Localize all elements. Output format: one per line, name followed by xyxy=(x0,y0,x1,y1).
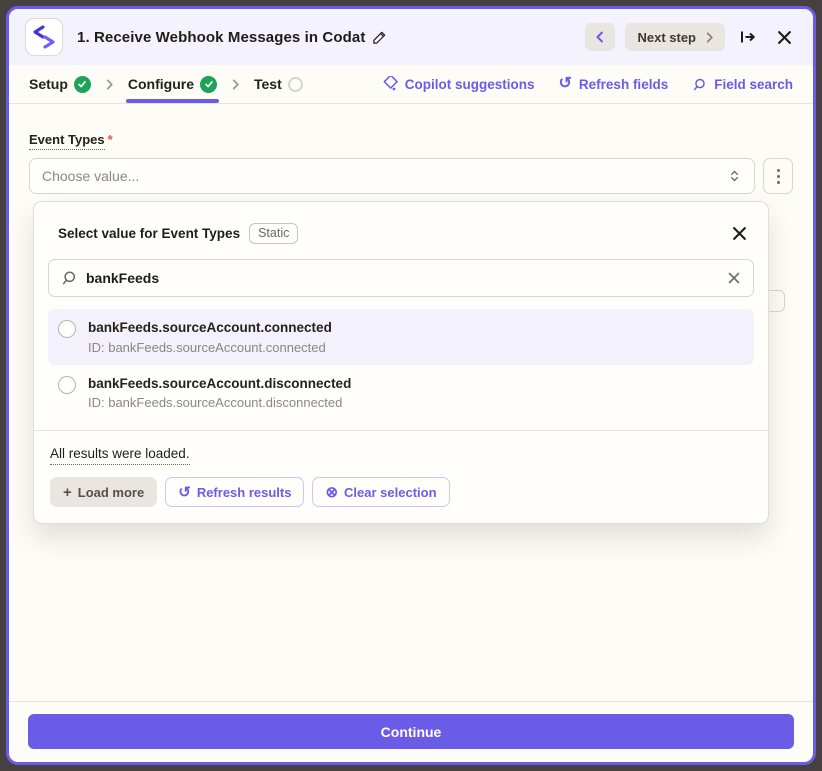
option-bankfeeds-disconnected[interactable]: bankFeeds.sourceAccount.disconnected ID:… xyxy=(48,365,754,421)
field-search-label: Field search xyxy=(714,77,793,92)
search-icon xyxy=(692,77,707,92)
test-incomplete-icon xyxy=(288,77,303,92)
refresh-results-button[interactable]: ↺ Refresh results xyxy=(165,477,304,507)
sparkle-icon xyxy=(382,76,398,92)
dropdown-footer: All results were loaded. + Load more ↺ R… xyxy=(34,430,768,523)
chevron-up-down-icon xyxy=(727,168,742,184)
dropdown-options-list: bankFeeds.sourceAccount.connected ID: ba… xyxy=(48,309,754,420)
option-bankfeeds-connected[interactable]: bankFeeds.sourceAccount.connected ID: ba… xyxy=(48,309,754,365)
next-step-button[interactable]: Next step xyxy=(625,23,725,51)
refresh-fields-button[interactable]: ↺ Refresh fields xyxy=(559,76,669,92)
field-search-button[interactable]: Field search xyxy=(692,77,793,92)
configure-complete-icon xyxy=(200,76,217,93)
titlebar: 1. Receive Webhook Messages in Codat Nex… xyxy=(9,9,813,65)
close-panel-icon[interactable] xyxy=(771,24,797,50)
radio-icon[interactable] xyxy=(58,376,76,394)
tab-test[interactable]: Test xyxy=(254,65,303,103)
codat-app-icon xyxy=(25,18,63,56)
setup-complete-icon xyxy=(74,76,91,93)
load-more-label: Load more xyxy=(78,485,144,500)
field-actions: Copilot suggestions ↺ Refresh fields Fie… xyxy=(382,76,793,92)
option-id: ID: bankFeeds.sourceAccount.connected xyxy=(88,340,332,355)
event-types-dropdown: Select value for Event Types Static xyxy=(33,201,769,524)
chevron-right-icon xyxy=(104,79,115,90)
previous-step-button[interactable] xyxy=(585,23,615,51)
static-badge: Static xyxy=(249,223,298,244)
tab-setup-label: Setup xyxy=(29,76,68,92)
tab-setup[interactable]: Setup xyxy=(29,65,91,103)
refresh-icon: ↺ xyxy=(559,76,572,92)
refresh-fields-label: Refresh fields xyxy=(579,77,668,92)
chevron-left-icon xyxy=(594,31,606,43)
edit-title-icon[interactable] xyxy=(372,30,387,45)
step-tabbar: Setup Configure Test xyxy=(9,65,813,104)
collapse-panel-icon[interactable] xyxy=(735,24,761,50)
required-marker: * xyxy=(108,132,113,147)
clear-selection-label: Clear selection xyxy=(344,485,437,500)
continue-button[interactable]: Continue xyxy=(28,714,794,749)
chevron-right-icon xyxy=(704,32,715,43)
tab-configure-label: Configure xyxy=(128,76,194,92)
tab-test-label: Test xyxy=(254,76,282,92)
search-icon xyxy=(61,270,77,286)
step-title: 1. Receive Webhook Messages in Codat xyxy=(77,29,365,46)
bottom-bar: Continue xyxy=(9,701,813,762)
select-placeholder: Choose value... xyxy=(42,168,727,184)
next-step-label: Next step xyxy=(637,30,696,45)
titlebar-actions: Next step xyxy=(585,23,797,51)
step-editor-panel: 1. Receive Webhook Messages in Codat Nex… xyxy=(6,6,816,765)
plus-icon: + xyxy=(63,485,72,500)
radio-icon[interactable] xyxy=(58,320,76,338)
event-types-label: Event Types xyxy=(29,132,105,150)
option-label: bankFeeds.sourceAccount.disconnected xyxy=(88,374,351,394)
codat-logo-icon xyxy=(31,24,57,50)
circle-x-icon: ⊗ xyxy=(325,485,338,500)
configure-form: Event Types* Choose value... Select valu… xyxy=(9,104,813,701)
copilot-suggestions-label: Copilot suggestions xyxy=(405,77,535,92)
dropdown-title: Select value for Event Types xyxy=(58,226,240,241)
option-label: bankFeeds.sourceAccount.connected xyxy=(88,318,332,338)
refresh-results-label: Refresh results xyxy=(197,485,292,500)
chevron-right-icon xyxy=(230,79,241,90)
refresh-icon: ↺ xyxy=(178,485,191,500)
dropdown-search-box xyxy=(48,259,754,297)
tab-configure[interactable]: Configure xyxy=(128,65,217,103)
copilot-suggestions-button[interactable]: Copilot suggestions xyxy=(382,76,535,92)
dropdown-close-icon[interactable] xyxy=(726,220,752,246)
dropdown-search-input[interactable] xyxy=(86,270,727,286)
clear-search-icon[interactable] xyxy=(727,271,741,285)
results-status-text: All results were loaded. xyxy=(50,446,190,465)
field-options-menu-icon[interactable] xyxy=(763,158,793,194)
clear-selection-button[interactable]: ⊗ Clear selection xyxy=(312,477,449,507)
option-id: ID: bankFeeds.sourceAccount.disconnected xyxy=(88,395,351,410)
event-types-select[interactable]: Choose value... xyxy=(29,158,755,194)
load-more-button[interactable]: + Load more xyxy=(50,477,157,507)
